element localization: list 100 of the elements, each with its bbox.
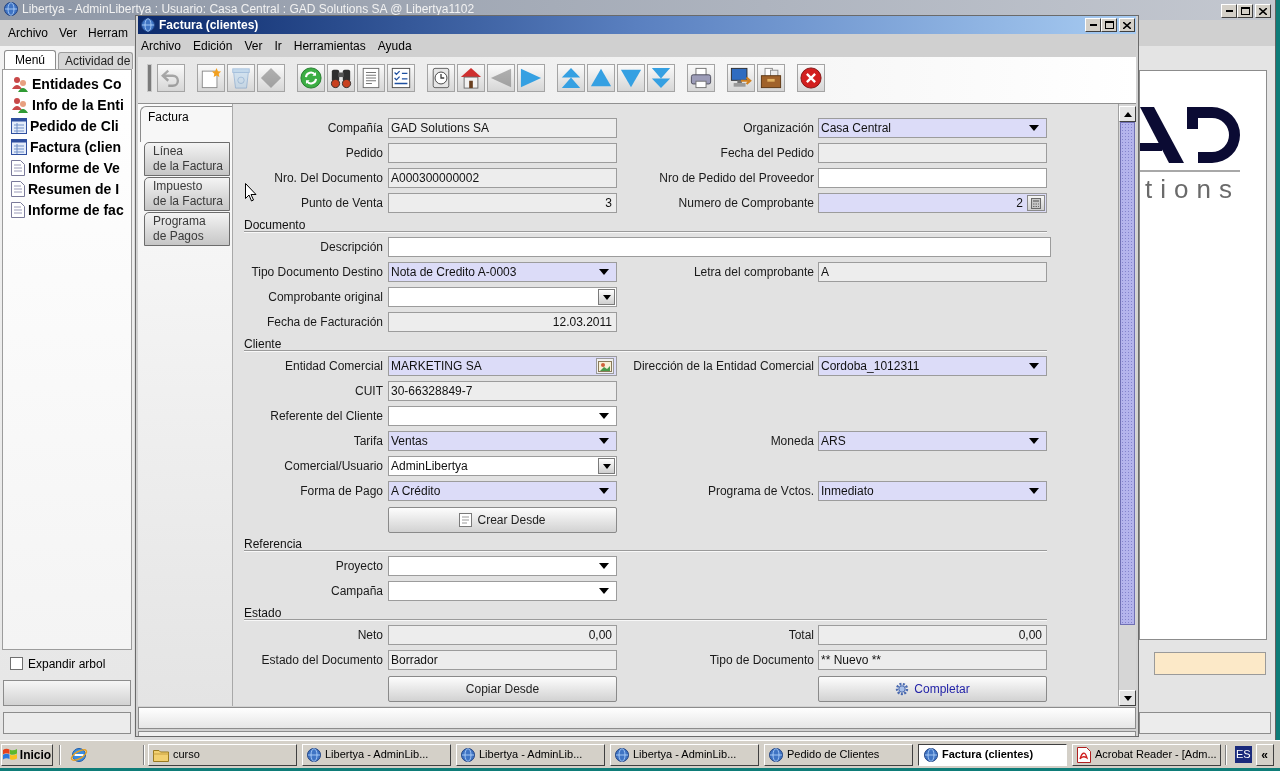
text-field[interactable]: GAD Solutions SA — [388, 118, 617, 138]
menu-item[interactable]: Ver — [59, 26, 78, 40]
taskbar-button[interactable]: Libertya - AdminLib... — [302, 743, 451, 766]
print-button[interactable] — [687, 64, 715, 92]
vertical-scrollbar[interactable] — [1118, 104, 1136, 706]
dropdown-field[interactable] — [388, 581, 617, 601]
maximize-button[interactable] — [1101, 18, 1117, 32]
start-button[interactable]: Inicio — [1, 743, 53, 766]
dropdown-field[interactable] — [388, 556, 617, 576]
taskbar-button[interactable]: Acrobat Reader - [Adm... — [1072, 743, 1221, 766]
text-field[interactable] — [1154, 652, 1266, 675]
form-button[interactable]: Crear Desde — [388, 507, 617, 533]
text-field[interactable]: ** Nuevo ** — [818, 650, 1047, 670]
home-button[interactable] — [457, 64, 485, 92]
text-field[interactable] — [818, 168, 1047, 188]
last-record-button[interactable] — [647, 64, 675, 92]
calculator-button[interactable] — [1027, 195, 1045, 211]
text-field[interactable] — [388, 143, 617, 163]
quick-launch-button[interactable] — [70, 745, 88, 764]
text-field[interactable]: A — [818, 262, 1047, 282]
tree-item[interactable]: Entidades Co — [3, 73, 122, 94]
language-indicator[interactable]: ES — [1235, 746, 1252, 763]
scrollbar-thumb[interactable] — [1120, 122, 1135, 625]
minimize-button[interactable] — [1221, 4, 1237, 18]
menu-item[interactable]: Herram — [88, 26, 129, 40]
search-button[interactable] — [596, 358, 614, 374]
checklist-button[interactable] — [387, 64, 415, 92]
dropdown-field[interactable] — [388, 406, 617, 426]
number-field[interactable]: 3 — [388, 193, 617, 213]
dropdown-button[interactable] — [598, 458, 615, 474]
form-button[interactable]: Completar — [818, 676, 1047, 702]
tree-item[interactable]: Pedido de Cli — [3, 115, 119, 136]
dropdown-field[interactable]: Nota de Credito A-0003 — [388, 262, 617, 282]
number-field[interactable]: 0,00 — [388, 625, 617, 645]
tree-item[interactable]: Factura (clien — [3, 136, 122, 157]
side-tab[interactable]: Programa de Pagos — [144, 212, 230, 246]
taskbar-button[interactable]: Pedido de Clientes — [764, 743, 913, 766]
dropdown-field[interactable]: Ventas — [388, 431, 617, 451]
exit-button[interactable] — [797, 64, 825, 92]
close-button[interactable] — [1255, 4, 1271, 18]
checkbox[interactable] — [10, 657, 23, 670]
number-field[interactable]: 0,00 — [818, 625, 1047, 645]
archive-button[interactable] — [757, 64, 785, 92]
next-record-button[interactable] — [617, 64, 645, 92]
dropdown-field[interactable]: A Crédito — [388, 481, 617, 501]
dropdown-field[interactable] — [388, 287, 617, 307]
tab[interactable]: Menú — [4, 50, 57, 69]
tree-item[interactable]: Resumen de I — [3, 178, 120, 199]
dropdown-field[interactable]: Inmediato — [818, 481, 1047, 501]
form-button[interactable]: Copiar Desde — [388, 676, 617, 702]
close-button[interactable] — [1119, 18, 1135, 32]
tree-item[interactable]: Informe de fac — [3, 199, 124, 220]
find-button[interactable] — [327, 64, 355, 92]
tree-item[interactable]: Info de la Enti — [3, 94, 124, 115]
export-button[interactable] — [727, 64, 755, 92]
menu-item[interactable]: Ver — [244, 38, 263, 53]
globe-icon — [924, 747, 938, 762]
grip-handle[interactable] — [147, 64, 152, 92]
scroll-up-button[interactable] — [1119, 106, 1136, 122]
history-button[interactable] — [427, 64, 455, 92]
side-tab[interactable]: Factura — [140, 106, 232, 142]
taskbar-button[interactable]: Factura (clientes) — [918, 743, 1067, 766]
attachment-button[interactable] — [357, 64, 385, 92]
menu-item[interactable]: Ayuda — [377, 38, 412, 53]
side-tab[interactable]: Impuesto de la Factura — [144, 177, 230, 211]
double-down-arrow-icon — [650, 67, 672, 89]
dropdown-field[interactable]: Casa Central — [818, 118, 1047, 138]
menu-item[interactable]: Herramientas — [293, 38, 366, 53]
menu-item[interactable]: Edición — [193, 38, 233, 53]
number-field[interactable]: 2 — [818, 193, 1047, 213]
first-record-button[interactable] — [557, 64, 585, 92]
dropdown-field[interactable]: ARS — [818, 431, 1047, 451]
previous-record-button[interactable] — [587, 64, 615, 92]
text-field[interactable] — [388, 237, 1051, 257]
dropdown-field[interactable]: Cordoba_1012311 — [818, 356, 1047, 376]
new-button[interactable] — [197, 64, 225, 92]
menu-item[interactable]: Archivo — [8, 26, 48, 40]
next-button[interactable] — [517, 64, 545, 92]
document-icon — [459, 513, 473, 527]
date-field[interactable]: 12.03.2011 — [388, 312, 617, 332]
text-field[interactable]: 30-66328849-7 — [388, 381, 617, 401]
text-field[interactable] — [818, 143, 1047, 163]
menu-item[interactable]: Archivo — [141, 38, 181, 53]
tree-item[interactable]: Informe de Ve — [3, 157, 120, 178]
taskbar-button[interactable]: Libertya - AdminLib... — [610, 743, 759, 766]
tab[interactable]: Actividad de — [58, 52, 134, 69]
text-field[interactable]: Borrador — [388, 650, 617, 670]
expand-tray-button[interactable]: « — [1255, 743, 1274, 766]
dropdown-field[interactable]: AdminLibertya — [388, 456, 617, 476]
side-tab[interactable]: Línea de la Factura — [144, 142, 230, 176]
taskbar-button[interactable]: curso — [148, 743, 297, 766]
minimize-button[interactable] — [1085, 18, 1101, 32]
maximize-button[interactable] — [1237, 4, 1253, 18]
refresh-button[interactable] — [297, 64, 325, 92]
dropdown-button[interactable] — [598, 289, 615, 305]
scroll-down-button[interactable] — [1119, 690, 1136, 706]
search-field[interactable]: MARKETING SA — [388, 356, 617, 376]
text-field[interactable]: A000300000002 — [388, 168, 617, 188]
menu-item[interactable]: Ir — [274, 38, 282, 53]
taskbar-button[interactable]: Libertya - AdminLib... — [456, 743, 605, 766]
